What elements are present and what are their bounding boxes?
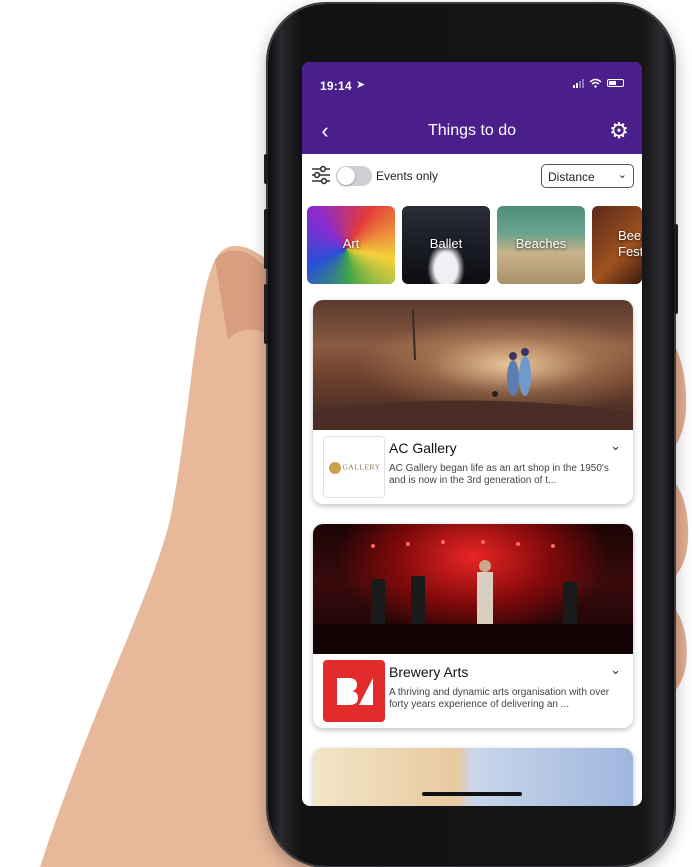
sort-dropdown-value: Distance [548,170,595,184]
chevron-down-icon[interactable]: ⌄ [610,438,621,454]
chevron-down-icon: ⌄ [617,169,627,181]
venue-card-brewery-arts[interactable]: Brewery Arts ⌄ A thriving and dynamic ar… [313,524,633,728]
signal-icon [573,78,584,88]
chevron-down-icon[interactable]: ⌄ [610,662,621,678]
venue-card-ac-gallery[interactable]: GALLERY AC Gallery ⌄ AC Gallery began li… [313,300,633,504]
venue-image [313,524,633,654]
category-label: Beaches [515,236,567,251]
volume-down-button [264,284,268,344]
category-label: Beer Festivals [618,228,642,259]
venue-logo: GALLERY [323,436,385,498]
venue-logo-text: GALLERY [342,462,381,472]
status-icons [573,78,624,88]
gear-icon[interactable]: ⚙ [606,118,632,144]
category-tile-beer-festivals[interactable]: Beer Festivals [592,206,642,284]
phone-frame: 19:14 ➤ ‹ Things to do ⚙ Events only Dis… [264,4,678,866]
category-tile-beaches[interactable]: Beaches [497,206,585,284]
venue-image [313,300,633,430]
venue-painting [313,309,633,430]
wifi-icon [589,78,602,88]
volume-up-button [264,209,268,269]
filter-row: Events only Distance ⌄ [302,154,642,200]
brewery-arts-logo [337,678,373,705]
power-button [674,224,678,314]
venue-description: A thriving and dynamic arts organisation… [389,687,610,710]
category-tile-ballet[interactable]: Ballet [402,206,490,284]
status-bar: 19:14 ➤ [302,62,642,110]
mute-switch [264,154,268,184]
events-only-toggle[interactable] [336,166,372,186]
venue-title: AC Gallery [389,440,457,456]
status-time: 19:14 [320,79,352,93]
sort-dropdown[interactable]: Distance ⌄ [541,164,634,188]
category-label: Art [342,236,360,251]
filter-sliders-icon[interactable] [310,164,332,186]
venue-description: AC Gallery began life as an art shop in … [389,463,609,486]
home-indicator [422,792,522,796]
venue-logo [323,660,385,722]
venue-title: Brewery Arts [389,664,469,680]
venue-image [313,748,633,806]
location-arrow-icon: ➤ [356,79,366,91]
category-tile-art[interactable]: Art [307,206,395,284]
category-carousel[interactable]: Art Ballet Beaches Beer Festivals [307,206,642,286]
page-title: Things to do [427,122,517,139]
concert-photo [313,540,633,654]
toggle-knob [337,167,355,185]
venue-card-partial[interactable] [313,748,633,806]
battery-icon [607,79,624,87]
category-label: Ballet [429,236,463,251]
events-only-label: Events only [376,169,439,183]
nav-bar: ‹ Things to do ⚙ [302,110,642,154]
app-screen: 19:14 ➤ ‹ Things to do ⚙ Events only Dis… [302,62,642,806]
